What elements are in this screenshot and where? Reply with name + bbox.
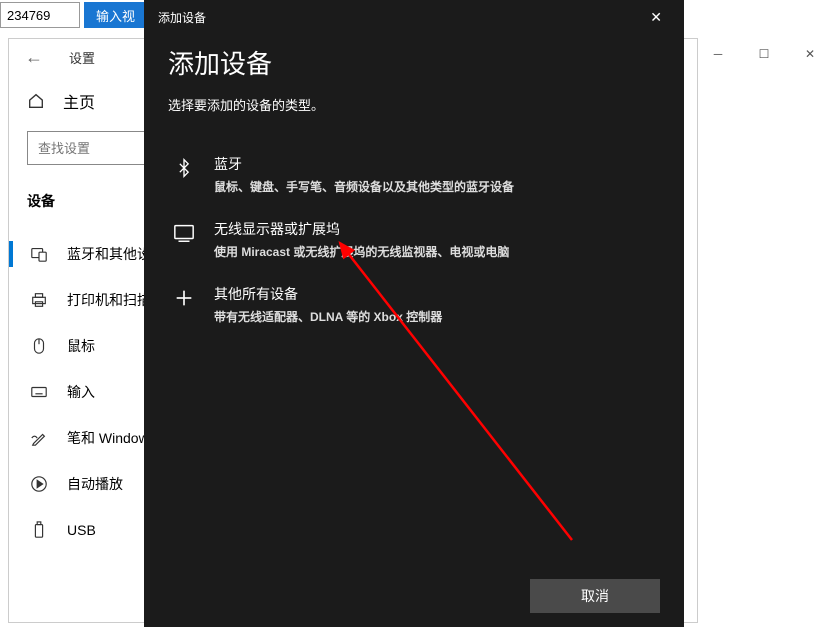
keyboard-icon xyxy=(29,382,49,402)
sidebar-item-label: 打印机和扫描 xyxy=(67,290,151,310)
dialog-titlebar: 添加设备 ✕ xyxy=(144,0,684,34)
sidebar-item-label: 笔和 Windows xyxy=(67,428,156,448)
sidebar-item-label: 鼠标 xyxy=(67,336,95,356)
option-desc: 使用 Miracast 或无线扩展坞的无线监视器、电视或电脑 xyxy=(214,243,656,260)
add-device-dialog: 添加设备 ✕ 添加设备 选择要添加的设备的类型。 蓝牙 鼠标、键盘、手写笔、音频… xyxy=(144,0,684,627)
option-title: 其他所有设备 xyxy=(214,284,656,304)
home-icon xyxy=(27,92,45,110)
back-arrow-icon[interactable]: ← xyxy=(17,47,51,68)
sidebar-item-label: 自动播放 xyxy=(67,474,123,494)
input-video-button[interactable]: 输入视 xyxy=(84,2,147,28)
display-icon xyxy=(172,221,196,245)
close-button[interactable]: ✕ xyxy=(787,38,833,70)
printer-icon xyxy=(29,290,49,310)
option-bluetooth[interactable]: 蓝牙 鼠标、键盘、手写笔、音频设备以及其他类型的蓝牙设备 xyxy=(168,142,660,207)
url-input[interactable] xyxy=(0,2,80,28)
bluetooth-icon xyxy=(172,156,196,180)
dialog-close-icon[interactable]: ✕ xyxy=(642,5,670,30)
bluetooth-device-icon xyxy=(29,244,49,264)
option-desc: 鼠标、键盘、手写笔、音频设备以及其他类型的蓝牙设备 xyxy=(214,178,656,195)
settings-title: 设置 xyxy=(69,48,95,67)
option-everything-else[interactable]: 其他所有设备 带有无线适配器、DLNA 等的 Xbox 控制器 xyxy=(168,272,660,337)
autoplay-icon xyxy=(29,474,49,494)
sidebar-item-label: USB xyxy=(67,522,96,538)
dialog-title: 添加设备 xyxy=(158,9,206,26)
usb-icon xyxy=(29,520,49,540)
home-label: 主页 xyxy=(63,89,95,113)
option-title: 蓝牙 xyxy=(214,154,656,174)
sidebar-item-label: 输入 xyxy=(67,382,95,402)
dialog-subheading: 选择要添加的设备的类型。 xyxy=(168,95,660,114)
mouse-icon xyxy=(29,336,49,356)
sidebar-item-label: 蓝牙和其他设 xyxy=(67,244,151,264)
option-title: 无线显示器或扩展坞 xyxy=(214,219,656,239)
plus-icon xyxy=(172,286,196,310)
maximize-button[interactable]: ☐ xyxy=(741,38,787,70)
cancel-button[interactable]: 取消 xyxy=(530,579,660,613)
window-controls: ─ ☐ ✕ xyxy=(695,38,833,70)
option-desc: 带有无线适配器、DLNA 等的 Xbox 控制器 xyxy=(214,308,656,325)
option-wireless-display[interactable]: 无线显示器或扩展坞 使用 Miracast 或无线扩展坞的无线监视器、电视或电脑 xyxy=(168,207,660,272)
dialog-heading: 添加设备 xyxy=(168,44,660,81)
device-type-list: 蓝牙 鼠标、键盘、手写笔、音频设备以及其他类型的蓝牙设备 无线显示器或扩展坞 使… xyxy=(168,142,660,337)
minimize-button[interactable]: ─ xyxy=(695,38,741,70)
pen-icon xyxy=(29,428,49,448)
